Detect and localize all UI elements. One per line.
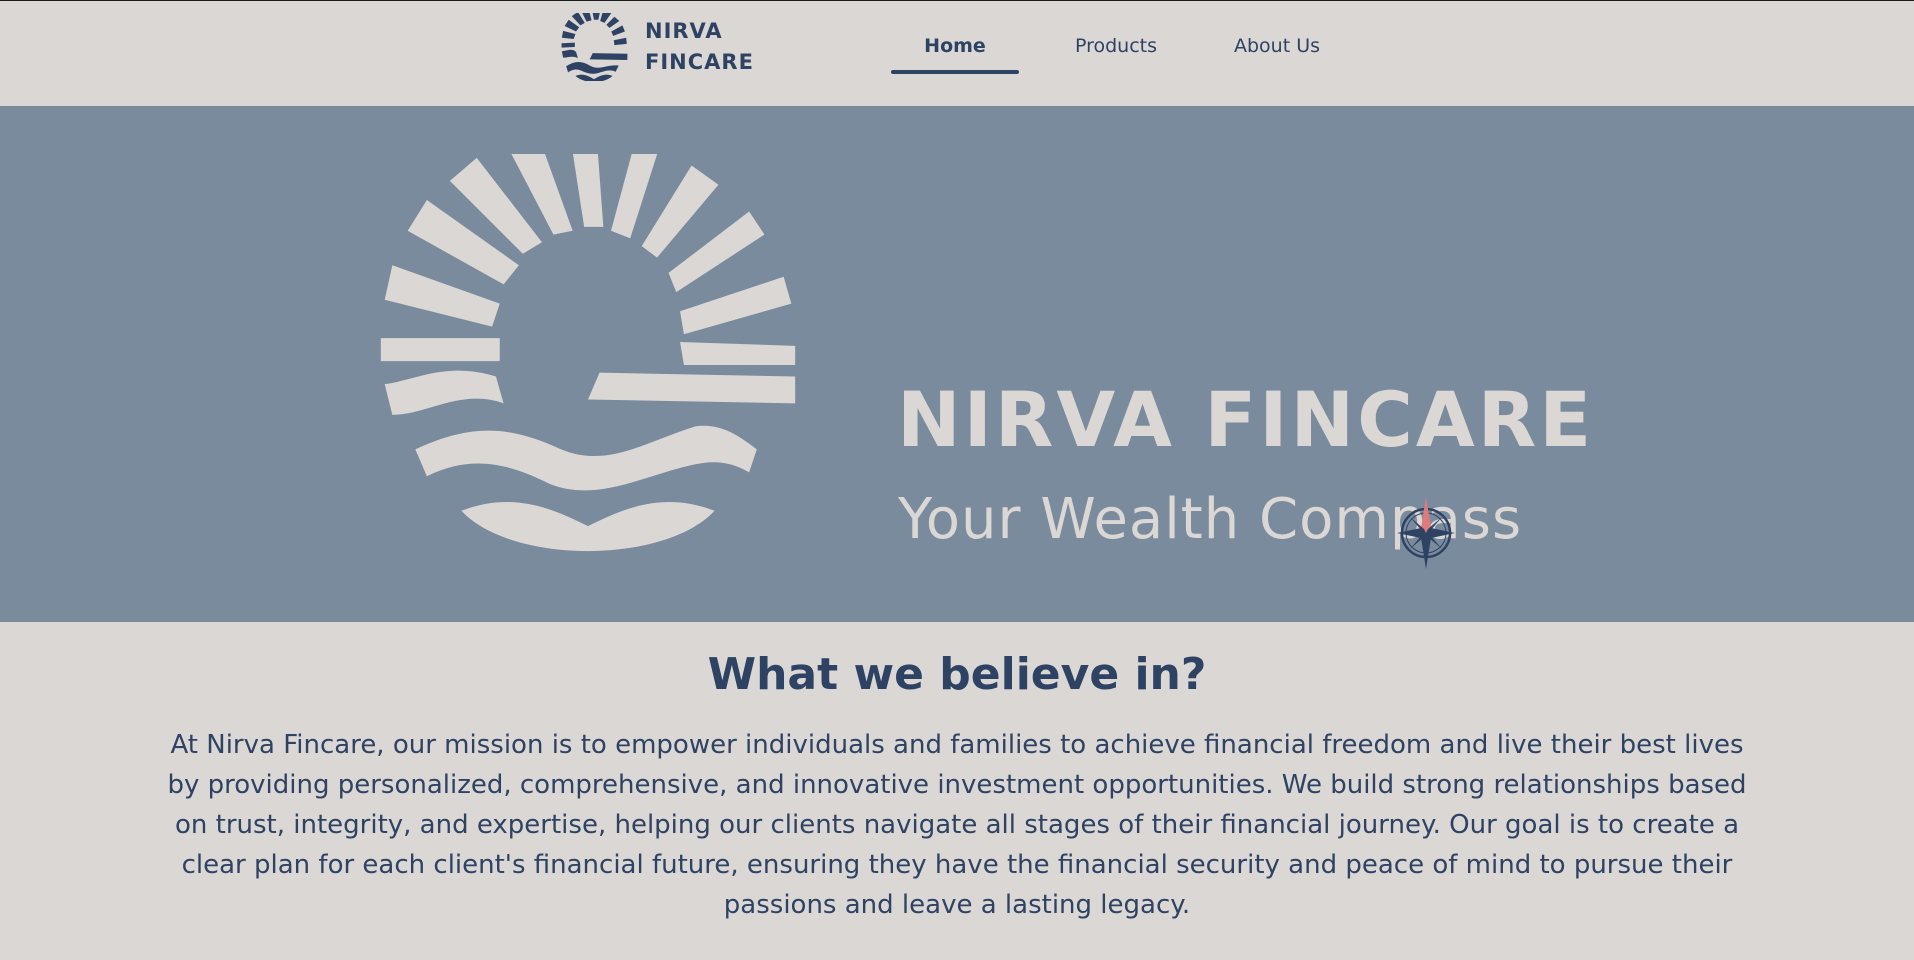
brand-name: NIRVA FINCARE <box>645 16 754 78</box>
compass-rose-icon <box>1397 497 1455 569</box>
nav-home-label: Home <box>924 35 986 57</box>
brand-name-line1: NIRVA <box>645 19 723 43</box>
sun-over-waves-icon <box>561 13 628 81</box>
hero-banner: NIRVA FINCARE Your Wealth Compass <box>0 106 1914 622</box>
mission-section: What we believe in? At Nirva Fincare, ou… <box>0 622 1914 925</box>
site-header: NIRVA FINCARE Home Products About Us <box>0 1 1914 106</box>
hero-sun-over-waves-icon <box>380 154 796 552</box>
page: NIRVA FINCARE Home Products About Us NIR… <box>0 0 1914 960</box>
mission-title: What we believe in? <box>707 649 1207 700</box>
nav-home[interactable]: Home <box>891 1 1019 91</box>
hero-title: NIRVA FINCARE <box>897 375 1595 464</box>
brand-logo[interactable]: NIRVA FINCARE <box>560 13 754 81</box>
brand-name-line2: FINCARE <box>645 50 754 74</box>
nav-products[interactable]: Products <box>1019 1 1213 91</box>
nav-about-us-label: About Us <box>1233 35 1321 57</box>
main-nav: Home Products About Us <box>891 1 1341 105</box>
nav-about-us[interactable]: About Us <box>1213 1 1341 91</box>
mission-body: At Nirva Fincare, our mission is to empo… <box>167 730 1747 921</box>
nav-active-underline <box>891 70 1019 74</box>
nav-products-label: Products <box>1074 35 1158 57</box>
